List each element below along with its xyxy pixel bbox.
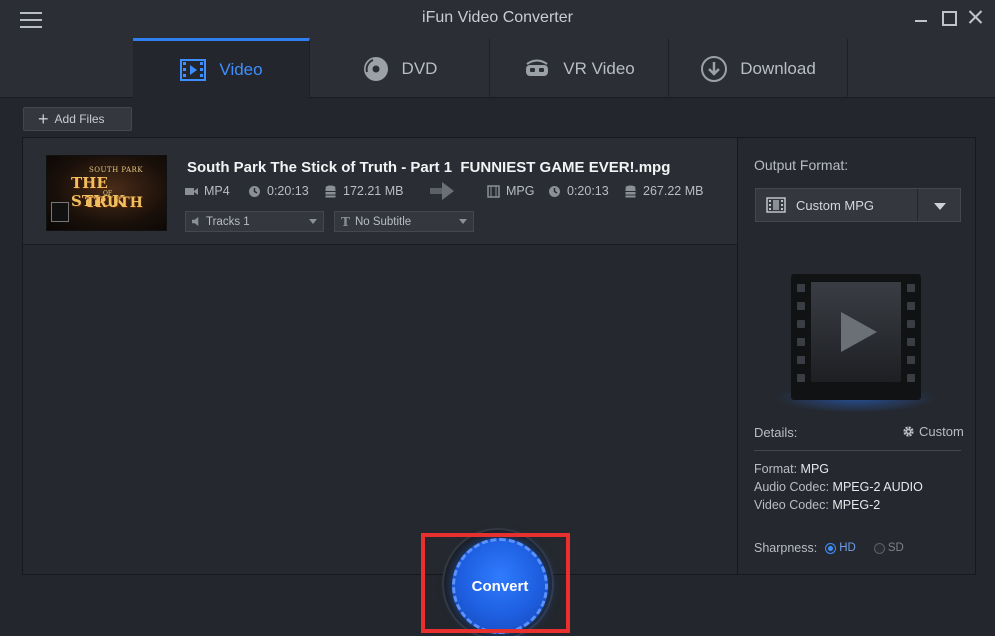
tab-download-label: Download: [740, 58, 816, 78]
target-duration: 0:20:13: [548, 184, 609, 198]
source-duration: 0:20:13: [248, 184, 309, 198]
disc-icon: [363, 56, 388, 81]
output-panel: Output Format: Custom MPG Details: Custo…: [739, 138, 975, 574]
subtitle-select[interactable]: T No Subtitle: [334, 211, 474, 232]
tab-bar: Video DVD VR Video Download: [0, 36, 995, 99]
audio-codec-detail: Audio Codec: MPEG-2 AUDIO: [754, 480, 923, 494]
select-divider: [917, 189, 918, 221]
output-format-select[interactable]: Custom MPG: [755, 188, 961, 222]
video-preview-icon: [791, 274, 921, 400]
database-icon: [625, 185, 636, 197]
chevron-down-icon: [459, 219, 467, 224]
source-format-value: MP4: [204, 184, 230, 198]
sharpness-control: Sharpness: HD SD: [754, 541, 904, 555]
file-name: South Park The Stick of Truth - Part 1 F…: [187, 159, 671, 176]
source-size-value: 172.21 MB: [343, 184, 404, 198]
output-format-label: Output Format:: [754, 157, 849, 173]
target-size-value: 267.22 MB: [643, 184, 704, 198]
main-panel: SOUTH PARK THE STICK OF TRUTH South Park…: [22, 137, 976, 575]
film-strip-icon: [766, 197, 786, 213]
sharpness-hd-label: HD: [839, 542, 856, 554]
format-detail: Format: MPG: [754, 462, 829, 476]
database-icon: [325, 185, 336, 197]
sharpness-hd-radio[interactable]: HD: [825, 542, 856, 554]
subtitle-value: No Subtitle: [354, 215, 412, 228]
video-codec-value: MPEG-2: [832, 498, 881, 512]
target-size: 267.22 MB: [624, 184, 703, 198]
speaker-icon: [192, 217, 199, 226]
sharpness-label: Sharpness:: [754, 541, 818, 555]
file-list: SOUTH PARK THE STICK OF TRUTH South Park…: [23, 138, 738, 574]
rating-badge: [51, 202, 69, 222]
tab-video-label: Video: [219, 60, 263, 79]
download-icon: [701, 55, 728, 82]
film-icon: [180, 59, 207, 81]
thumbnail-text: SOUTH PARK: [89, 166, 144, 174]
output-format-value: Custom MPG: [796, 197, 875, 213]
custom-label: Custom: [919, 424, 964, 439]
format-value: MPG: [800, 462, 830, 476]
clock-icon: [549, 185, 560, 197]
tab-vr-video[interactable]: VR Video: [490, 39, 669, 98]
video-codec-detail: Video Codec: MPEG-2: [754, 498, 880, 512]
chevron-down-icon: [309, 219, 317, 224]
source-format: MP4: [185, 184, 230, 198]
target-format: MPG: [487, 184, 534, 198]
video-thumbnail: SOUTH PARK THE STICK OF TRUTH: [46, 155, 167, 231]
tab-dvd-label: DVD: [401, 58, 438, 78]
radio-dot: [825, 542, 837, 554]
audio-track-select[interactable]: Tracks 1: [185, 211, 324, 232]
list-item[interactable]: SOUTH PARK THE STICK OF TRUTH South Park…: [23, 138, 737, 245]
plus-icon: +: [38, 109, 49, 129]
vr-headset-icon: [526, 59, 549, 76]
gear-icon: [903, 426, 914, 437]
format-key: Format:: [754, 462, 798, 476]
audio-codec-key: Audio Codec:: [754, 480, 830, 494]
maximize-button[interactable]: [939, 8, 957, 26]
close-button[interactable]: [966, 8, 984, 26]
minimize-button[interactable]: [912, 8, 930, 26]
tab-dvd[interactable]: DVD: [310, 39, 490, 98]
video-camera-icon: [185, 187, 198, 195]
add-files-label: Add Files: [54, 112, 105, 126]
tab-vr-label: VR Video: [563, 58, 635, 78]
source-duration-value: 0:20:13: [267, 184, 309, 198]
thumbnail-text: TRUTH: [85, 195, 143, 211]
chevron-down-icon[interactable]: [934, 203, 946, 210]
audio-track-value: Tracks 1: [206, 215, 250, 228]
target-duration-value: 0:20:13: [567, 184, 609, 198]
app-title: iFun Video Converter: [422, 9, 573, 26]
target-format-value: MPG: [506, 184, 535, 198]
convert-button[interactable]: Convert: [452, 538, 548, 634]
add-files-button[interactable]: + Add Files: [23, 107, 132, 131]
sharpness-sd-radio[interactable]: SD: [873, 542, 904, 554]
source-size: 172.21 MB: [324, 184, 403, 198]
title-bar: iFun Video Converter: [0, 0, 995, 36]
custom-settings-button[interactable]: Custom: [902, 424, 964, 439]
text-icon: T: [341, 214, 350, 229]
details-label: Details:: [754, 425, 798, 440]
film-strip-icon: [487, 184, 500, 198]
audio-codec-value: MPEG-2 AUDIO: [832, 480, 923, 494]
radio-dot: [873, 542, 885, 554]
arrow-right-icon: [430, 182, 454, 200]
divider: [754, 450, 961, 451]
video-codec-key: Video Codec:: [754, 498, 829, 512]
tab-download[interactable]: Download: [669, 39, 848, 98]
tab-video[interactable]: Video: [133, 38, 310, 99]
clock-icon: [249, 185, 260, 197]
sharpness-sd-label: SD: [887, 542, 904, 554]
